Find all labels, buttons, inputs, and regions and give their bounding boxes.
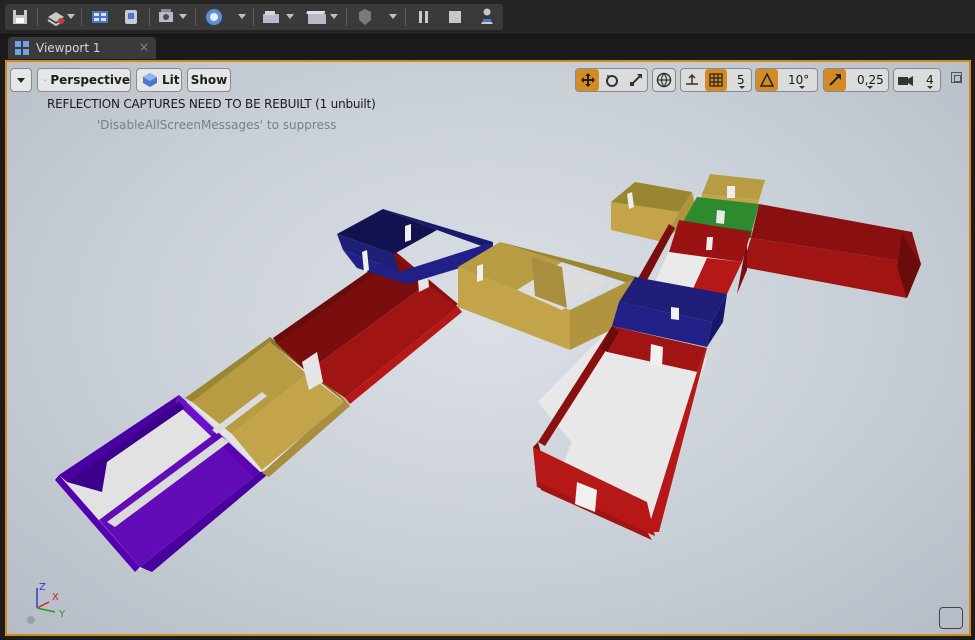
globe-icon [656,72,672,88]
main-toolbar [0,0,975,35]
axis-y-label: Y [58,609,66,620]
transform-mode-group [575,68,648,92]
chevron-down-icon[interactable] [286,14,294,19]
chevron-down-icon [17,77,25,83]
surface-snap-icon [686,73,698,85]
chevron-down-icon[interactable] [330,14,338,19]
marketplace-icon[interactable] [119,5,143,29]
close-icon[interactable]: × [139,40,149,54]
grid-snap-toggle[interactable] [705,69,727,91]
room-red-bottom[interactable] [533,326,707,540]
chevron-down-icon[interactable] [67,14,75,19]
level-scene[interactable] [7,62,969,634]
move-icon [580,73,595,87]
scale-snap-toggle[interactable] [824,69,846,91]
perspective-label: Perspective [50,73,130,87]
lit-label: Lit [162,73,180,87]
camera-speed-button[interactable] [894,69,916,91]
level-viewport[interactable]: Perspective Lit Show 5 10° 0,25 4 REFLEC… [5,60,971,636]
pause-icon[interactable] [412,5,436,29]
chevron-down-icon[interactable] [238,14,246,19]
blueprints-icon[interactable] [202,5,226,29]
chevron-down-icon[interactable] [799,86,805,89]
source-control-icon[interactable] [44,5,68,29]
suppress-hint-text: 'DisableAllScreenMessages' to suppress [97,118,337,132]
rotation-snap-group: 10° [755,68,818,92]
angle-icon [759,72,775,87]
perspective-icon [44,79,47,81]
lit-button[interactable]: Lit [136,68,182,92]
rotation-snap-toggle[interactable] [756,69,778,91]
chevron-down-icon[interactable] [867,86,873,89]
lit-icon [143,73,157,87]
scale-button[interactable] [624,69,647,91]
rebuild-warning-text: REFLECTION CAPTURES NEED TO BE REBUILT (… [47,97,376,111]
rotate-icon [605,75,618,87]
maximize-viewport-icon[interactable] [951,72,962,83]
toolbar-separator [195,8,196,26]
save-icon[interactable] [8,5,32,29]
camera-speed-group: 4 [893,68,941,92]
build-icon[interactable] [305,5,329,29]
viewport-icon [15,41,29,55]
stop-icon[interactable] [443,5,467,29]
chevron-down-icon[interactable] [927,86,933,89]
rotation-snap-value[interactable]: 10° [788,73,809,87]
settings-icon[interactable] [155,5,179,29]
toolbar-separator [149,8,150,26]
toolbar-separator [346,8,347,26]
show-label: Show [190,73,228,87]
content-browser-icon[interactable] [88,5,112,29]
viewport-options-button[interactable] [10,68,32,92]
viewport-corner-button[interactable] [939,607,963,629]
perspective-button[interactable]: Perspective [37,68,131,92]
toolbar-separator [405,8,406,26]
chevron-down-icon[interactable] [389,14,397,19]
scale-snap-icon [829,74,841,86]
show-button[interactable]: Show [187,68,231,92]
play-icon[interactable] [353,5,377,29]
scale-icon [629,74,642,86]
camera-icon [898,76,913,86]
coordinate-system-group [652,68,676,92]
chevron-down-icon[interactable] [739,86,745,89]
chevron-down-icon[interactable] [179,14,187,19]
grid-icon [709,73,723,87]
cinematics-icon[interactable] [260,5,284,29]
room-red-right[interactable] [737,204,921,298]
toolbar-separator [37,8,38,26]
toolbar-separator [81,8,82,26]
tab-viewport-1[interactable]: Viewport 1 × [8,37,156,59]
help-icon [27,616,35,624]
world-coordinate-button[interactable] [653,69,675,91]
tab-bar: Viewport 1 × [0,35,975,59]
grid-snap-group: 5 [680,68,752,92]
axis-z-label: Z [39,582,46,593]
surface-snap-button[interactable] [681,69,703,91]
tab-title: Viewport 1 [36,41,101,55]
eject-icon[interactable] [475,5,499,29]
camera-speed-value[interactable]: 4 [926,73,934,87]
axis-x-label: X [52,592,59,603]
scale-snap-value[interactable]: 0,25 [857,73,884,87]
scale-snap-group: 0,25 [823,68,889,92]
translate-button[interactable] [576,69,599,91]
rotate-button[interactable] [600,69,623,91]
axis-indicator: Z X Y [27,582,66,624]
grid-snap-value[interactable]: 5 [737,73,745,87]
toolbar-separator [253,8,254,26]
